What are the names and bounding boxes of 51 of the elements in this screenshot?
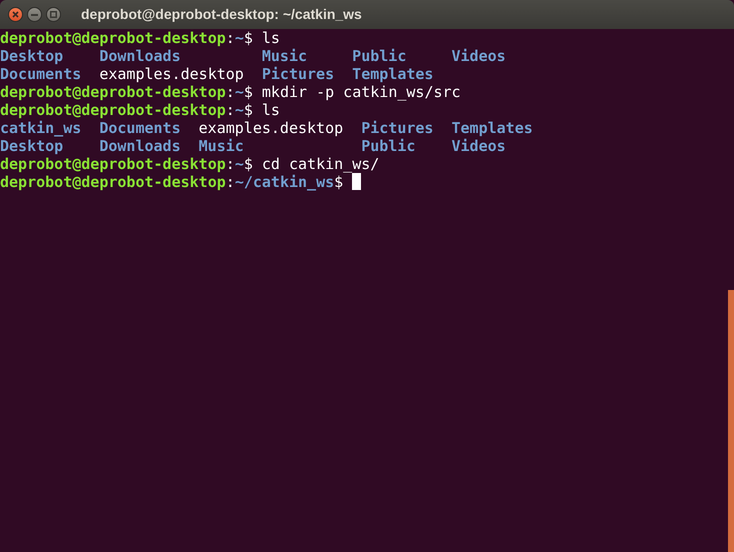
prompt-separator: : bbox=[226, 101, 235, 119]
prompt-separator: : bbox=[226, 173, 235, 191]
file-name: examples.desktop bbox=[99, 65, 244, 83]
prompt-user-host: deprobot@deprobot-desktop bbox=[0, 29, 226, 47]
command-text: ls bbox=[262, 29, 280, 47]
directory-name: Downloads bbox=[99, 47, 181, 65]
directory-name: Videos bbox=[452, 47, 506, 65]
directory-name: Music bbox=[198, 137, 244, 155]
directory-name: Documents bbox=[99, 119, 181, 137]
prompt-path: ~ bbox=[234, 101, 244, 119]
prompt-path: ~/catkin_ws bbox=[234, 173, 334, 191]
directory-name: Public bbox=[361, 137, 416, 155]
directory-name: Pictures bbox=[361, 119, 434, 137]
prompt-path: ~ bbox=[234, 155, 244, 173]
directory-name: Pictures bbox=[262, 65, 334, 83]
minimize-button[interactable] bbox=[27, 7, 42, 22]
prompt-separator: : bbox=[226, 29, 235, 47]
directory-name: Templates bbox=[452, 119, 533, 137]
prompt-symbol: $ bbox=[334, 173, 344, 191]
directory-name: Desktop bbox=[0, 137, 64, 155]
maximize-button[interactable] bbox=[46, 7, 61, 22]
directory-name: Public bbox=[352, 47, 406, 65]
directory-name: Music bbox=[262, 47, 308, 65]
prompt-symbol: $ bbox=[244, 83, 253, 101]
scrollbar-thumb[interactable] bbox=[728, 290, 734, 552]
command-text: mkdir -p catkin_ws/src bbox=[262, 83, 461, 101]
close-icon bbox=[12, 11, 19, 18]
maximize-icon bbox=[50, 11, 57, 18]
prompt-user-host: deprobot@deprobot-desktop bbox=[0, 173, 226, 191]
prompt-symbol: $ bbox=[244, 29, 253, 47]
prompt-user-host: deprobot@deprobot-desktop bbox=[0, 101, 226, 119]
close-button[interactable] bbox=[8, 7, 23, 22]
file-name: examples.desktop bbox=[198, 119, 344, 137]
directory-name: Templates bbox=[352, 65, 434, 83]
prompt-separator: : bbox=[226, 155, 235, 173]
window-title: deprobot@deprobot-desktop: ~/catkin_ws bbox=[81, 5, 362, 24]
minimize-icon bbox=[31, 14, 38, 16]
directory-name: Downloads bbox=[99, 137, 181, 155]
prompt-symbol: $ bbox=[244, 155, 253, 173]
prompt-user-host: deprobot@deprobot-desktop bbox=[0, 83, 226, 101]
directory-name: Desktop bbox=[0, 47, 64, 65]
prompt-separator: : bbox=[226, 83, 235, 101]
prompt-path: ~ bbox=[234, 29, 244, 47]
prompt-path: ~ bbox=[234, 83, 244, 101]
directory-name: Videos bbox=[452, 137, 506, 155]
command-text: cd catkin_ws/ bbox=[262, 155, 380, 173]
directory-name: catkin_ws bbox=[0, 119, 82, 137]
prompt-user-host: deprobot@deprobot-desktop bbox=[0, 155, 226, 173]
directory-name: Documents bbox=[0, 65, 82, 83]
command-text: ls bbox=[262, 101, 280, 119]
prompt-symbol: $ bbox=[244, 101, 253, 119]
